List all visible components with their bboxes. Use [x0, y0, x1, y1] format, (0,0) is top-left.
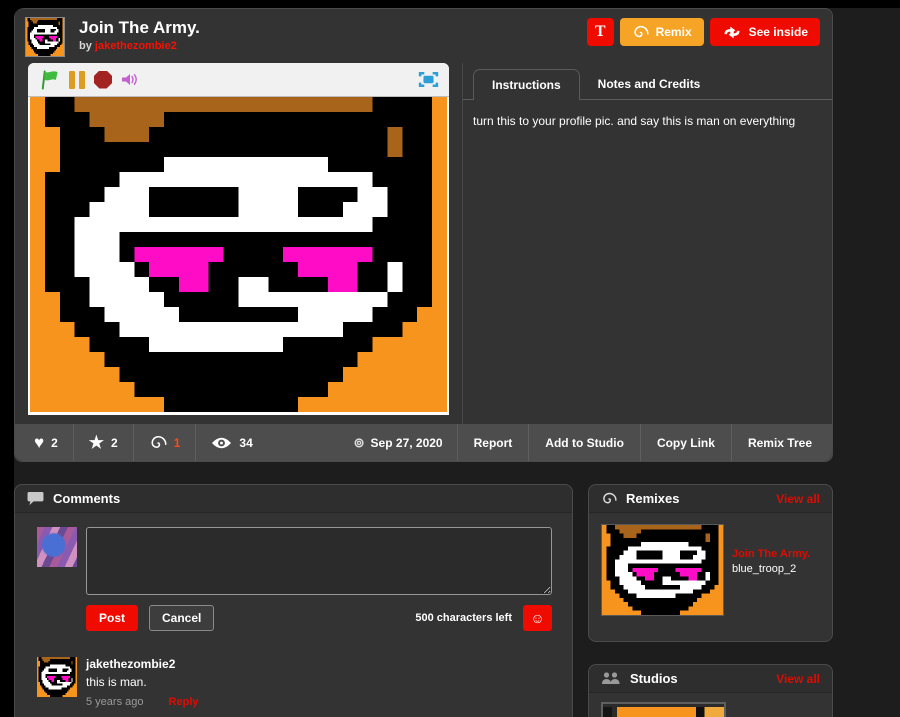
scratch-dark-project-page: { "header": { "title": "Join The Army.",…: [0, 0, 900, 717]
characters-left: 500 characters left: [415, 612, 512, 624]
page-wrapper: Join The Army. by jakethezombie2 T Remix: [14, 8, 900, 717]
remix-author[interactable]: blue_troop_2: [732, 563, 810, 575]
remixes-title: Remixes: [626, 491, 680, 506]
remix-count: 1: [173, 435, 181, 450]
studios-panel: Studios View all: [588, 664, 833, 717]
remixes-view-all[interactable]: View all: [776, 492, 820, 506]
remix-title[interactable]: Join The Army.: [732, 548, 810, 560]
people-icon: [602, 672, 620, 684]
remix-spiral-icon: [603, 492, 617, 503]
cancel-button[interactable]: Cancel: [149, 605, 215, 631]
tabs-row: Instructions Notes and Credits: [463, 63, 832, 100]
post-button[interactable]: Post: [86, 605, 139, 631]
love-button[interactable]: ♥ 2: [19, 424, 73, 461]
copy-link-link[interactable]: Copy Link: [639, 424, 731, 461]
project-header: Join The Army. by jakethezombie2 T Remix: [15, 9, 832, 63]
remix-spiral-icon: [151, 435, 167, 448]
compose-actions: Post Cancel 500 characters left ☺: [86, 605, 552, 631]
studio-thumbnail-art: [603, 707, 724, 717]
comment-time: 5 years ago: [86, 696, 144, 708]
stop-button[interactable]: [94, 70, 112, 89]
love-count: 2: [51, 435, 58, 450]
comment-meta: 5 years ago Reply: [86, 696, 199, 708]
studio-thumbnail[interactable]: [601, 702, 726, 717]
studios-view-all[interactable]: View all: [776, 672, 820, 686]
report-link[interactable]: Report: [456, 424, 529, 461]
comment-body: jakethezombie2 this is man. 5 years ago …: [86, 657, 199, 708]
instructions-text: turn this to your profile pic. and say t…: [473, 114, 796, 128]
green-flag-icon: [41, 70, 58, 90]
commenter-avatar[interactable]: [37, 657, 77, 697]
studios-header: Studios View all: [589, 665, 832, 693]
share-date-text: Sep 27, 2020: [370, 435, 443, 450]
comment-text: this is man.: [86, 675, 147, 689]
see-inside-icon: [724, 26, 740, 38]
comment-item: jakethezombie2 this is man. 5 years ago …: [15, 631, 572, 708]
remixes-panel: Remixes View all Join The Army. blue_tro…: [588, 484, 833, 642]
remix-spiral-icon: [633, 25, 649, 37]
fullscreen-icon: [418, 71, 439, 88]
smiley-icon: ☺: [530, 610, 545, 626]
project-thumbnail: [25, 17, 65, 57]
stats-bar: ♥ 2 ★ 2 1 34 ⊚ Sep 27, 2020 Report Add t…: [15, 424, 832, 461]
comments-header: Comments: [15, 485, 572, 513]
comment-compose: [15, 513, 572, 595]
player-controls: [28, 63, 449, 97]
emoji-button[interactable]: ☺: [523, 605, 552, 631]
pause-button[interactable]: [69, 70, 85, 89]
by-label: by: [79, 40, 92, 52]
comments-title: Comments: [53, 491, 121, 506]
project-stage[interactable]: [30, 97, 447, 412]
studios-title: Studios: [630, 671, 678, 686]
reply-link[interactable]: Reply: [169, 696, 199, 708]
page-title: Join The Army.: [79, 18, 200, 37]
favorite-count: 2: [111, 435, 118, 450]
header-buttons: T Remix See inside: [586, 18, 820, 46]
comments-panel: Comments Post Cancel 500 characters left…: [14, 484, 573, 717]
author-link[interactable]: jakethezombie2: [95, 40, 177, 52]
views-item: 34: [195, 424, 267, 461]
remixes-header: Remixes View all: [589, 485, 832, 513]
stop-icon: [94, 70, 112, 89]
remix-button-label: Remix: [655, 25, 692, 39]
remix-item: Join The Army. blue_troop_2: [589, 513, 832, 616]
turbowarp-button[interactable]: T: [586, 18, 614, 46]
remix-button[interactable]: Remix: [619, 18, 704, 46]
project-panel: Join The Army. by jakethezombie2 T Remix: [14, 8, 833, 462]
comment-input[interactable]: [86, 527, 552, 595]
current-user-avatar: [37, 527, 77, 567]
tab-instructions[interactable]: Instructions: [473, 69, 580, 100]
see-inside-label: See inside: [748, 25, 808, 39]
project-player: [28, 63, 449, 415]
speech-bubble-icon: [27, 491, 44, 506]
comment-author[interactable]: jakethezombie2: [86, 657, 199, 671]
project-info-column: Instructions Notes and Credits turn this…: [462, 63, 832, 424]
fullscreen-button[interactable]: [418, 71, 439, 88]
green-flag-button[interactable]: [38, 69, 60, 90]
favorite-button[interactable]: ★ 2: [72, 424, 133, 461]
see-inside-button[interactable]: See inside: [709, 18, 820, 46]
add-to-studio-link[interactable]: Add to Studio: [528, 424, 640, 461]
byline: by jakethezombie2: [79, 40, 587, 52]
speaker-icon: [122, 74, 137, 85]
sound-button[interactable]: [121, 72, 139, 87]
view-count: 34: [239, 435, 253, 450]
tab-notes-and-credits[interactable]: Notes and Credits: [580, 69, 719, 99]
heart-icon: ♥: [34, 433, 45, 452]
title-block: Join The Army. by jakethezombie2: [79, 17, 587, 52]
remix-count-item[interactable]: 1: [132, 424, 196, 461]
remix-tree-link[interactable]: Remix Tree: [730, 424, 828, 461]
star-icon: ★: [88, 433, 105, 452]
stage-wrapper: [28, 97, 449, 415]
eye-icon: [212, 437, 232, 448]
share-date: ⊚ Sep 27, 2020: [340, 424, 457, 461]
turbowarp-icon: T: [594, 23, 606, 40]
remix-info: Join The Army. blue_troop_2: [732, 524, 810, 616]
remix-thumbnail[interactable]: [601, 524, 724, 616]
clock-icon: ⊚: [353, 434, 365, 450]
